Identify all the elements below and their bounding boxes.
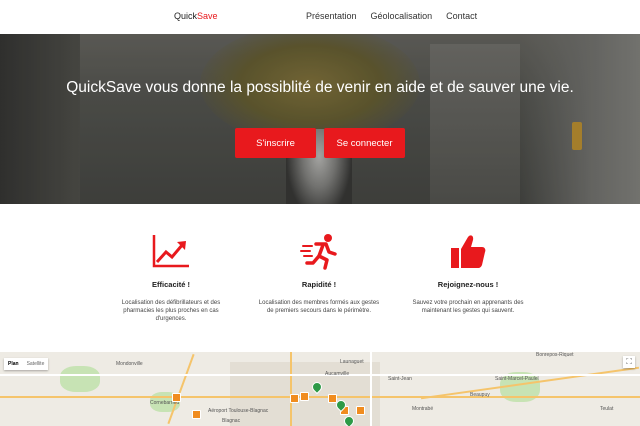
map-highway	[167, 353, 195, 425]
map-road	[370, 352, 372, 426]
map-highway	[290, 352, 292, 426]
running-person-icon	[300, 234, 337, 270]
signup-button[interactable]: S'inscrire	[235, 128, 316, 158]
geolocation-map[interactable]: Mondonville Launaguet Aucamville Corneba…	[0, 352, 640, 426]
map-type-control: Plan Satellite	[4, 358, 49, 370]
map-label: Saint-Marcel-Paulel	[495, 376, 539, 382]
brand-prefix: Quick	[174, 11, 198, 21]
fullscreen-icon[interactable]: ⛶	[623, 356, 635, 368]
feature-rejoignez-text: Sauvez votre prochain en apprenants des …	[412, 300, 524, 314]
feature-rejoignez: Rejoignez-nous ! Sauvez votre prochain e…	[398, 232, 538, 315]
brand-suffix: Save	[197, 11, 218, 21]
map-label: Mondonville	[116, 361, 143, 367]
feature-rejoignez-title: Rejoignez-nous !	[437, 280, 499, 289]
pharmacy-marker[interactable]	[172, 393, 181, 402]
map-label: Bonrepos-Riquet	[536, 352, 574, 358]
feature-efficacite-text: Localisation des défibrillateurs et des …	[121, 300, 221, 322]
nav-link-presentation[interactable]: Présentation	[306, 11, 357, 21]
map-label: Aucamville	[325, 371, 350, 377]
map-type-plan[interactable]: Plan	[4, 358, 23, 370]
top-navbar: QuickSave Présentation Géolocalisation C…	[0, 0, 640, 34]
pharmacy-marker[interactable]	[356, 406, 365, 415]
nav-link-geolocalisation[interactable]: Géolocalisation	[371, 11, 433, 21]
map-label: Teulat	[600, 406, 614, 412]
pharmacy-marker[interactable]	[192, 410, 201, 419]
feature-efficacite: Efficacité ! Localisation des défibrilla…	[101, 232, 241, 323]
brand-logo[interactable]: QuickSave	[174, 11, 218, 21]
hero-overlay	[0, 34, 640, 204]
map-type-satellite[interactable]: Satellite	[23, 358, 49, 370]
feature-rapidite-text: Localisation des membres formés aux gest…	[258, 300, 380, 314]
pharmacy-marker[interactable]	[300, 392, 309, 401]
map-label: Aéroport Toulouse-Blagnac	[208, 408, 269, 414]
login-button[interactable]: Se connecter	[324, 128, 405, 158]
feature-efficacite-title: Efficacité !	[152, 280, 190, 289]
feature-rapidite: Rapidité ! Localisation des membres form…	[249, 232, 389, 315]
map-label: Montrabé	[412, 406, 434, 412]
chart-trending-up-icon	[152, 235, 189, 268]
map-label: Launaguet	[340, 359, 364, 365]
map-highway	[0, 396, 640, 398]
map-label: Saint-Jean	[388, 376, 412, 382]
hero-title: QuickSave vous donne la possiblité de ve…	[66, 79, 574, 96]
nav-links: Présentation Géolocalisation Contact	[306, 11, 477, 21]
thumbs-up-icon	[451, 235, 486, 268]
map-park	[60, 366, 100, 392]
feature-rapidite-title: Rapidité !	[301, 280, 337, 289]
nav-link-contact[interactable]: Contact	[446, 11, 477, 21]
map-label: Blagnac	[222, 418, 241, 424]
map-label: Beaupuy	[470, 392, 490, 398]
hero-banner: QuickSave vous donne la possiblité de ve…	[0, 34, 640, 204]
map-road	[0, 374, 640, 376]
pharmacy-marker[interactable]	[290, 394, 299, 403]
